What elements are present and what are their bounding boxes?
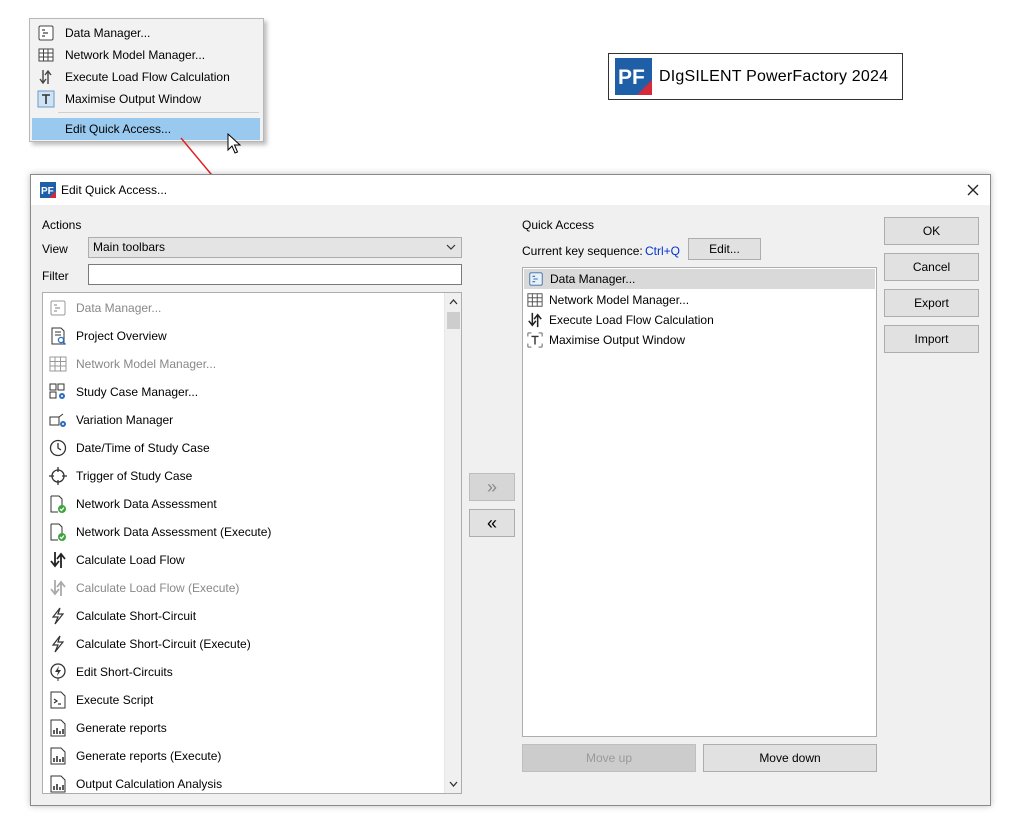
menu-item-network-model-manager[interactable]: Network Model Manager... (33, 44, 260, 66)
list-item[interactable]: Project Overview (43, 322, 461, 350)
cancel-button[interactable]: Cancel (884, 253, 979, 281)
move-up-button[interactable]: Move up (522, 744, 696, 772)
export-button[interactable]: Export (884, 289, 979, 317)
grid-table-icon (527, 292, 543, 308)
list-item[interactable]: Date/Time of Study Case (43, 434, 461, 462)
data-manager-icon (528, 271, 544, 287)
move-down-button[interactable]: Move down (703, 744, 877, 772)
list-item[interactable]: Generate reports (Execute) (43, 742, 461, 770)
study-case-manager-icon (49, 383, 67, 401)
key-sequence-value: Ctrl+Q (645, 244, 681, 258)
actions-scrollbar[interactable] (444, 293, 461, 793)
list-item[interactable]: Data Manager... (43, 294, 461, 322)
list-item[interactable]: Execute Load Flow Calculation (523, 310, 876, 330)
lightning-icon (49, 607, 67, 625)
remove-from-quick-access-button[interactable]: « (469, 509, 515, 537)
report-icon (49, 775, 67, 793)
menu-item-edit-quick-access[interactable]: Edit Quick Access... (32, 118, 260, 140)
document-check-icon (49, 523, 67, 541)
view-label: View (42, 242, 68, 256)
list-item[interactable]: Data Manager... (524, 269, 875, 289)
output-window-icon (37, 90, 55, 108)
list-item[interactable]: Execute Script (43, 686, 461, 714)
import-button[interactable]: Import (884, 325, 979, 353)
list-item[interactable]: Calculate Load Flow (Execute) (43, 574, 461, 602)
powerfactory-logo-icon: PF (615, 58, 652, 95)
key-sequence-label: Current key sequence: (522, 244, 643, 258)
svg-text:PF: PF (618, 66, 645, 89)
list-item[interactable]: Trigger of Study Case (43, 462, 461, 490)
edit-quick-access-dialog: PF Edit Quick Access... Actions View Mai… (30, 174, 991, 806)
variation-manager-icon (49, 411, 67, 429)
report-icon (49, 747, 67, 765)
output-window-icon (527, 332, 543, 348)
dialog-titlebar[interactable]: PF Edit Quick Access... (31, 175, 990, 205)
quick-access-menu: Data Manager... Network Model Manager...… (29, 18, 264, 142)
data-manager-icon (37, 24, 55, 42)
ok-button[interactable]: OK (884, 217, 979, 245)
brand-banner: PF DIgSILENT PowerFactory 2024 (608, 53, 903, 100)
list-item[interactable]: Maximise Output Window (523, 330, 876, 350)
list-item[interactable]: Network Model Manager... (523, 290, 876, 310)
list-item[interactable]: Network Data Assessment (Execute) (43, 518, 461, 546)
list-item[interactable]: Study Case Manager... (43, 378, 461, 406)
grid-table-icon (49, 355, 67, 373)
grid-table-icon (37, 46, 55, 64)
load-flow-icon (49, 579, 67, 597)
quick-access-heading: Quick Access (522, 218, 595, 232)
list-item[interactable]: Calculate Short-Circuit (Execute) (43, 630, 461, 658)
project-overview-icon (49, 327, 67, 345)
list-item[interactable]: Generate reports (43, 714, 461, 742)
mouse-cursor-icon (227, 133, 242, 154)
list-item[interactable]: Variation Manager (43, 406, 461, 434)
data-manager-icon (49, 299, 67, 317)
document-check-icon (49, 495, 67, 513)
menu-item-execute-load-flow[interactable]: Execute Load Flow Calculation (33, 66, 260, 88)
scroll-down-icon[interactable] (447, 778, 460, 790)
filter-label: Filter (42, 269, 69, 283)
load-flow-icon (37, 68, 55, 86)
crosshair-icon (49, 467, 67, 485)
clock-icon (49, 439, 67, 457)
quick-access-list[interactable]: Data Manager... Network Model Manager...… (522, 267, 877, 737)
list-item[interactable]: Network Model Manager... (43, 350, 461, 378)
scrollbar-thumb[interactable] (447, 312, 460, 329)
dialog-title: Edit Quick Access... (61, 183, 168, 197)
svg-text:PF: PF (41, 186, 54, 197)
scroll-up-icon[interactable] (447, 296, 460, 308)
filter-input[interactable] (88, 264, 462, 285)
menu-item-data-manager[interactable]: Data Manager... (33, 22, 260, 44)
load-flow-icon (49, 551, 67, 569)
load-flow-icon (527, 312, 543, 328)
lightning-icon (49, 635, 67, 653)
brand-name: DIgSILENT PowerFactory 2024 (659, 67, 889, 85)
list-item[interactable]: Calculate Short-Circuit (43, 602, 461, 630)
list-item[interactable]: Output Calculation Analysis (43, 770, 461, 793)
pf-app-icon: PF (39, 181, 57, 199)
report-icon (49, 719, 67, 737)
add-to-quick-access-button[interactable]: » (469, 473, 515, 501)
script-icon (49, 691, 67, 709)
close-icon[interactable] (964, 181, 982, 199)
menu-separator (58, 112, 259, 113)
list-item[interactable]: Edit Short-Circuits (43, 658, 461, 686)
actions-list[interactable]: Data Manager... Project Overview Network… (42, 292, 462, 794)
actions-heading: Actions (42, 218, 82, 232)
menu-item-maximise-output[interactable]: Maximise Output Window (33, 88, 260, 110)
chevron-down-icon (446, 244, 456, 250)
edit-key-sequence-button[interactable]: Edit... (688, 238, 761, 260)
list-item[interactable]: Network Data Assessment (43, 490, 461, 518)
list-item[interactable]: Calculate Load Flow (43, 546, 461, 574)
short-circuit-pin-icon (49, 663, 67, 681)
view-select[interactable]: Main toolbars (88, 237, 462, 258)
